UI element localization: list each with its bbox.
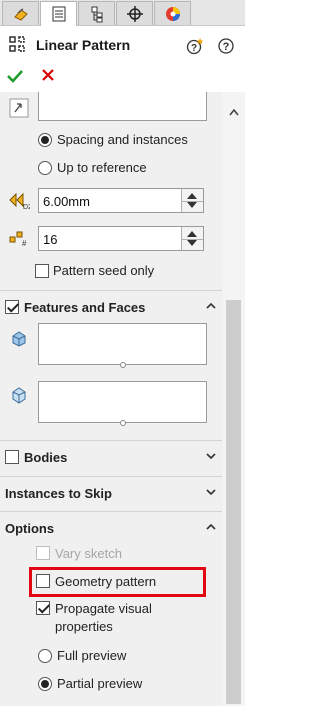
options-title: Options [5, 521, 55, 536]
chevron-down-icon[interactable] [206, 487, 216, 497]
full-preview-radio[interactable] [38, 649, 52, 663]
property-manager-icon [52, 6, 65, 22]
property-manager-header: Linear Pattern ? ? [0, 26, 245, 66]
bodies-header[interactable]: Bodies [0, 440, 222, 474]
display-manager-icon [165, 6, 180, 21]
svg-text:?: ? [191, 43, 197, 54]
feature-manager-icon [13, 7, 28, 21]
instances-spinner[interactable] [181, 227, 203, 250]
tab-feature-manager[interactable] [2, 1, 39, 25]
instances-icon: # [9, 231, 27, 248]
propagate-visual-properties-checkbox[interactable] [36, 601, 50, 615]
faces-to-pattern-icon [12, 387, 26, 404]
spacing-and-instances-label: Spacing and instances [57, 132, 188, 147]
pattern-seed-only-label: Pattern seed only [53, 263, 155, 278]
bodies-title: Bodies [24, 450, 68, 465]
vary-sketch-checkbox [36, 546, 50, 560]
configuration-manager-icon [91, 6, 102, 22]
tab-configuration-manager[interactable] [78, 1, 115, 25]
faces-selection-box[interactable] [38, 381, 207, 426]
spacing-input[interactable]: 6.00mm [38, 188, 204, 213]
spacing-value: 6.00mm [43, 194, 90, 209]
pattern-seed-only-checkbox[interactable] [35, 264, 49, 278]
tab-property-manager[interactable] [40, 1, 77, 26]
up-to-reference-radio[interactable] [38, 161, 52, 175]
features-and-faces-header[interactable]: Features and Faces [0, 290, 222, 324]
dimxpert-manager-icon [126, 5, 143, 22]
scroll-up-icon[interactable] [229, 108, 239, 116]
ok-cancel-bar [0, 66, 245, 90]
tab-display-manager[interactable] [154, 1, 191, 25]
instances-to-skip-title: Instances to Skip [5, 486, 112, 501]
direction-reference-field[interactable] [38, 92, 207, 121]
options-header[interactable]: Options [0, 511, 222, 545]
spacing-icon: D2 [9, 192, 30, 210]
instances-value: 16 [43, 232, 58, 247]
features-selection-box[interactable] [38, 323, 207, 368]
svg-text:D2: D2 [23, 204, 30, 210]
linear-pattern-icon [9, 36, 25, 52]
geometry-pattern-highlight [29, 567, 206, 597]
bodies-checkbox[interactable] [5, 450, 19, 464]
svg-text:?: ? [223, 41, 230, 53]
spacing-and-instances-radio[interactable] [38, 133, 52, 147]
svg-text:#: # [22, 239, 27, 248]
propagate-visual-label-line2: properties [55, 619, 113, 634]
cancel-button[interactable] [41, 68, 55, 82]
partial-preview-label: Partial preview [57, 676, 143, 691]
instances-to-skip-header[interactable]: Instances to Skip [0, 476, 222, 510]
features-and-faces-checkbox[interactable] [5, 300, 19, 314]
vary-sketch-label: Vary sketch [55, 546, 122, 561]
up-to-reference-label: Up to reference [57, 160, 147, 175]
instances-input[interactable]: 16 [38, 226, 204, 251]
partial-preview-radio[interactable] [38, 677, 52, 691]
chevron-down-icon[interactable] [206, 451, 216, 461]
whats-new-help-icon[interactable]: ? [186, 37, 204, 55]
features-and-faces-title: Features and Faces [24, 300, 146, 315]
page-title: Linear Pattern [36, 37, 131, 53]
full-preview-label: Full preview [57, 648, 127, 663]
tab-dimxpert-manager[interactable] [116, 1, 153, 25]
direction-reference-icon[interactable] [9, 98, 29, 118]
propagate-visual-label-line1: Propagate visual [55, 601, 152, 616]
chevron-up-icon[interactable] [206, 301, 216, 311]
features-to-pattern-icon [12, 331, 26, 347]
manager-tab-bar [0, 0, 245, 26]
help-icon[interactable]: ? [217, 37, 235, 55]
chevron-up-icon[interactable] [206, 522, 216, 532]
scrollbar-thumb[interactable] [226, 300, 241, 704]
spacing-spinner[interactable] [181, 189, 203, 212]
ok-button[interactable] [7, 68, 23, 84]
